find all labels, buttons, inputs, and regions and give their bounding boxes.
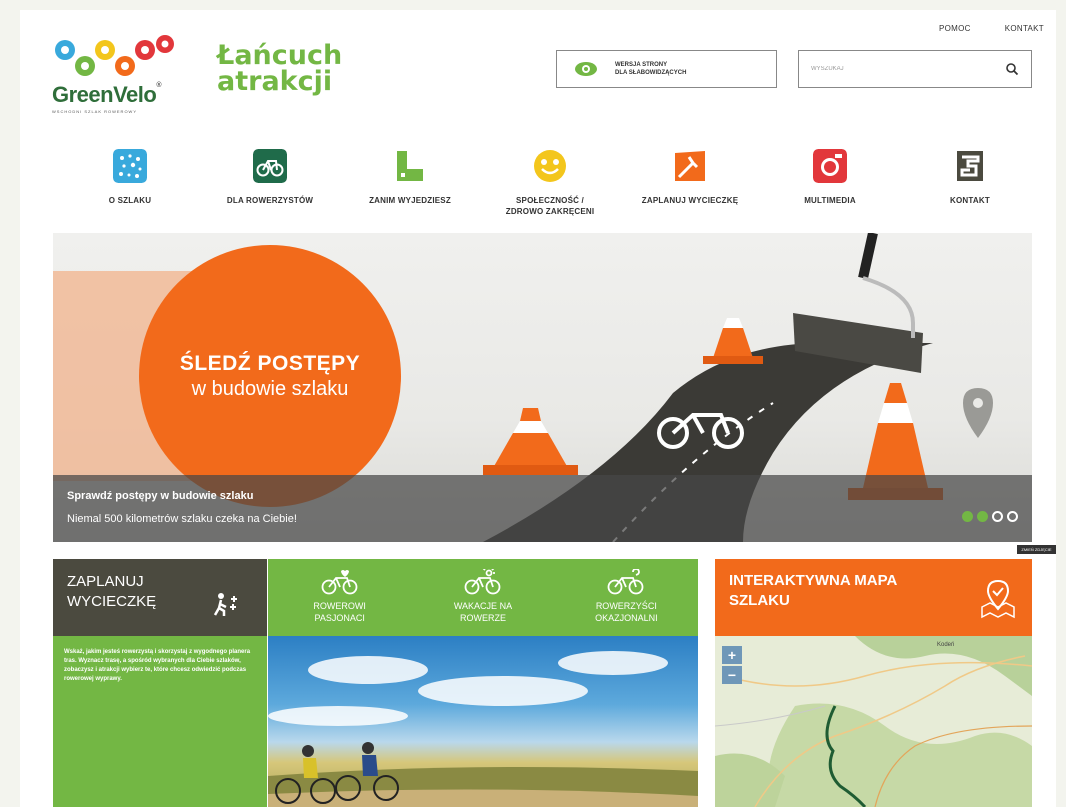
nav-label: ZAPLANUJ WYCIECZKĘ	[641, 196, 739, 205]
plan-title-line2: WYCIECZKĘ	[67, 593, 157, 610]
interactive-map-header[interactable]: INTERAKTYWNA MAPA SZLAKU	[715, 559, 1032, 636]
accessibility-line1: WERSJA STRONY	[615, 62, 668, 68]
page: POMOC KONTAKT GreenVelo® WSCHODNI SZLAK …	[20, 10, 1056, 807]
bike-sun-icon	[464, 569, 501, 595]
tab-label: WAKACJE NA ROWERZE	[454, 600, 512, 624]
tab-label-line2: OKAZJONALNI	[595, 613, 658, 623]
hero-subtitle: w budowie szlaku	[191, 377, 349, 400]
hero-caption-bar	[53, 475, 1032, 542]
tab-rowerzysci-okazjonalni[interactable]: ROWERZYŚCI OKAZJONALNI	[555, 559, 698, 636]
camera-icon	[813, 149, 847, 183]
map-title-line1: INTERAKTYWNA MAPA	[729, 572, 898, 589]
slider-dot[interactable]	[977, 511, 988, 522]
dots-icon	[113, 149, 147, 183]
search-box	[798, 50, 1032, 88]
route-icon	[213, 593, 237, 616]
nav-label: KONTAKT	[950, 196, 990, 205]
nav-item-o-szlaku[interactable]: O SZLAKU	[60, 149, 200, 217]
nav-label: SPOŁECZNOŚĆ / ZDROWO ZAKRĘCENI	[506, 195, 595, 217]
top-nav: POMOC KONTAKT	[939, 24, 1044, 33]
help-link[interactable]: POMOC	[939, 24, 971, 33]
tab-label: ROWERZYŚCI OKAZJONALNI	[595, 600, 658, 624]
tab-label-line1: WAKACJE NA	[453, 601, 513, 611]
map-zoom-controls: + −	[722, 646, 742, 684]
green-velo-logo[interactable]: GreenVelo® WSCHODNI SZLAK ROWEROWY	[52, 30, 187, 120]
plan-title-line1: ZAPLANUJ	[67, 573, 144, 590]
hero-circle: ŚLEDŹ POSTĘPY w budowie szlaku	[139, 245, 401, 507]
boot-icon	[397, 151, 423, 181]
map-view[interactable]: Kodeń + −	[715, 636, 1032, 807]
zoom-in-button[interactable]: +	[722, 646, 742, 664]
main-nav: O SZLAKU DLA ROWERZYSTÓW ZANIM WYJEDZIES…	[60, 149, 1040, 217]
map-tiles	[715, 636, 1032, 807]
phone-icon	[957, 151, 983, 181]
hero-caption-title[interactable]: Sprawdź postępy w budowie szlaku	[67, 490, 253, 502]
accessibility-line2: DLA SŁABOWIDZĄCYCH	[615, 70, 687, 76]
tab-label: ROWEROWI PASJONACI	[313, 600, 366, 624]
plan-trip-title: ZAPLANUJ WYCIECZKĘ	[67, 572, 156, 612]
accessibility-button[interactable]: WERSJA STRONY DLA SŁABOWIDZĄCYCH	[556, 50, 777, 88]
slider-dot[interactable]	[1007, 511, 1018, 522]
nav-label-line1: SPOŁECZNOŚĆ /	[516, 196, 584, 205]
slider-dots	[962, 511, 1018, 522]
hero-caption-text: Niemal 500 kilometrów szlaku czeka na Ci…	[67, 513, 297, 525]
cyclist-type-tabs: ROWEROWI PASJONACI WAKACJE NA ROWERZE RO…	[268, 559, 698, 636]
accessibility-label: WERSJA STRONY DLA SŁABOWIDZĄCYCH	[615, 61, 725, 77]
logo-text: GreenVelo®	[52, 82, 161, 108]
smile-icon	[534, 150, 566, 182]
bike-question-icon	[607, 569, 644, 595]
plan-trip-header[interactable]: ZAPLANUJ WYCIECZKĘ	[53, 559, 267, 636]
logo-subtitle: WSCHODNI SZLAK ROWEROWY	[52, 109, 138, 114]
logo-velo: Velo	[113, 82, 157, 107]
plan-trip-description: Wskaż, jakim jesteś rowerzystą i skorzys…	[53, 636, 267, 807]
search-icon[interactable]	[1005, 62, 1019, 76]
tab-label-line1: ROWEROWI	[313, 601, 366, 611]
cone-icon	[483, 408, 578, 475]
chain-logo-icon	[55, 35, 174, 76]
hero-title: ŚLEDŹ POSTĘPY	[179, 351, 361, 375]
eye-icon	[575, 62, 597, 76]
nav-item-spolecznosc[interactable]: SPOŁECZNOŚĆ / ZDROWO ZAKRĘCENI	[480, 149, 620, 217]
map-icon	[675, 151, 705, 181]
bicycle-icon	[253, 149, 287, 183]
nav-item-multimedia[interactable]: MULTIMEDIA	[760, 149, 900, 217]
tab-label-line1: ROWERZYŚCI	[595, 601, 657, 611]
nav-label: ZANIM WYJEDZIESZ	[369, 196, 451, 205]
hero-banner[interactable]: ŚLEDŹ POSTĘPY w budowie szlaku Sprawdź p…	[53, 233, 1032, 542]
tab-label-line2: ROWERZE	[459, 613, 506, 623]
tab-wakacje-na-rowerze[interactable]: WAKACJE NA ROWERZE	[411, 559, 554, 636]
nav-label: O SZLAKU	[108, 196, 152, 205]
slider-dot[interactable]	[992, 511, 1003, 522]
tagline-line2: atrakcji	[217, 66, 333, 97]
nav-label: DLA ROWERZYSTÓW	[226, 196, 314, 205]
slider-dot[interactable]	[962, 511, 973, 522]
cyclists-illustration	[268, 742, 698, 807]
nav-label-line2: ZDROWO ZAKRĘCENI	[505, 207, 595, 216]
tagline: Łańcuch atrakcji	[217, 42, 342, 97]
cyclists-photo	[268, 636, 698, 807]
nav-item-zaplanuj[interactable]: ZAPLANUJ WYCIECZKĘ	[620, 149, 760, 217]
change-photo-button[interactable]: ZMIEŃ ZDJĘCIE	[1017, 545, 1056, 554]
map-city-label: Kodeń	[937, 642, 955, 648]
map-title: INTERAKTYWNA MAPA SZLAKU	[729, 571, 897, 611]
map-pin-icon	[981, 579, 1015, 619]
contact-link[interactable]: KONTAKT	[1005, 24, 1044, 33]
logo-reg: ®	[156, 82, 162, 89]
zoom-out-button[interactable]: −	[722, 666, 742, 684]
nav-label: MULTIMEDIA	[804, 196, 856, 205]
nav-item-kontakt[interactable]: KONTAKT	[900, 149, 1040, 217]
map-title-line2: SZLAKU	[729, 592, 790, 609]
tab-rowerowi-pasjonaci[interactable]: ROWEROWI PASJONACI	[268, 559, 411, 636]
nav-item-dla-rowerzystow[interactable]: DLA ROWERZYSTÓW	[200, 149, 340, 217]
tab-label-line2: PASJONACI	[314, 613, 365, 623]
search-input[interactable]	[811, 66, 971, 72]
bike-heart-icon	[321, 570, 358, 595]
nav-item-zanim-wyjedziesz[interactable]: ZANIM WYJEDZIESZ	[340, 149, 480, 217]
logo-green: Green	[52, 82, 114, 107]
